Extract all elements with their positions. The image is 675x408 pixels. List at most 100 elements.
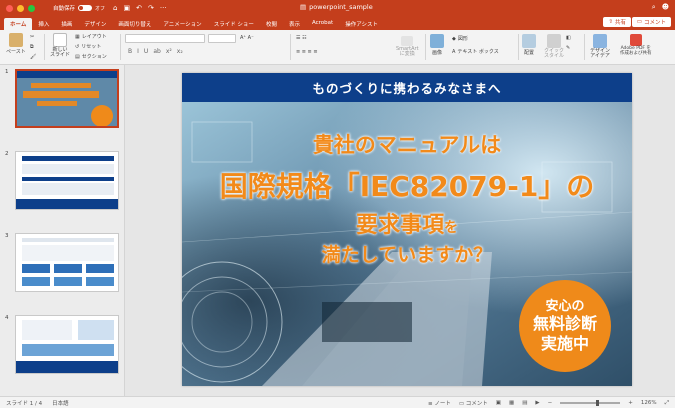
document-icon: ▤ [300,3,307,11]
tab-9[interactable]: Acrobat [306,18,339,30]
more-icon[interactable]: ··· [160,4,167,12]
paste-label: ペースト [6,49,26,55]
zoom-out-icon[interactable]: − [548,400,553,406]
autosave-toggle[interactable] [78,5,93,11]
comment-button[interactable]: ▭ コメント [631,17,671,27]
align-buttons[interactable]: ≡ ≡ ≡ ≡ [296,49,318,55]
font-grow-icon: A⁺ A⁻ [240,35,254,41]
format-button-1[interactable]: I [137,48,139,55]
new-slide-button[interactable]: 新しい スライド [50,33,70,58]
smartart-label: SmartArt に変換 [396,46,419,57]
format-painter-button[interactable]: 🖌 [30,54,36,60]
normal-view-icon[interactable]: ▣ [496,400,501,406]
shape-outline-button[interactable]: ✎ [566,45,570,51]
tab-10[interactable]: 操作アシスト [339,18,384,30]
tab-5[interactable]: アニメーション [157,18,207,30]
section-label: セクション [81,54,107,60]
adobe-pdf-icon [629,34,642,46]
slide-thumbnail-1[interactable] [15,69,119,128]
font-grow-buttons[interactable]: A⁺ A⁻ [240,35,254,41]
quick-style-button[interactable]: クイック スタイル [544,34,564,59]
divider [518,34,519,60]
textbox-button[interactable]: A テキスト ボックス [452,48,499,56]
status-bar: スライド 1 / 4 日本語 ≡ ノート ▭ コメント ▣ ▦ ▤ ▶ − + … [0,396,675,408]
format-button-3[interactable]: ab [153,48,161,55]
copy-button[interactable]: ⧉ [30,44,34,50]
tab-4[interactable]: 画面切り替え [112,18,157,30]
maximize-window-button[interactable] [28,4,35,12]
layout-icon: ▦ [75,33,80,40]
smartart-button[interactable]: SmartArt に変換 [396,36,419,57]
zoom-slider[interactable] [560,400,621,406]
slide-thumbnail-2[interactable] [15,151,119,210]
tab-7[interactable]: 校閲 [260,18,283,30]
tab-0[interactable]: ホーム [4,18,33,30]
bullets-button[interactable]: ☰ ☷ [296,35,307,41]
share-button[interactable]: ⇧ 共有 [603,17,631,27]
shape-button[interactable]: ◆ 図形 [452,35,468,43]
tab-3[interactable]: デザイン [78,18,112,30]
slide-canvas[interactable]: ものづくりに携わるみなさまへ 貴社のマニュアルは 国際規格「IEC82079-1… [182,73,632,386]
font-size-select[interactable] [208,34,236,43]
clipboard-icon [8,33,23,47]
search-icon[interactable]: ⌕ [652,3,656,12]
notes-button[interactable]: ≡ ノート [428,399,451,407]
minimize-window-button[interactable] [17,4,24,12]
thumbnail-number: 3 [5,233,9,239]
thumbnail-number: 2 [5,151,9,157]
image-label: 画像 [431,50,442,56]
tab-6[interactable]: スライド ショー [208,18,260,30]
divider [425,34,426,60]
slide-thumbnail-4[interactable] [15,315,119,374]
home-icon[interactable]: ⌂ [113,4,117,12]
paint-bucket-icon: ◧ [566,35,571,41]
tab-8[interactable]: 表示 [283,18,306,30]
ribbon: ペースト ✂ ⧉ 🖌 新しい スライド ▦ レイアウト ↺ リセット ▤ セクシ… [0,30,675,65]
account-icon[interactable]: ☻ [662,3,669,12]
brush-icon: 🖌 [30,54,37,60]
language-indicator[interactable]: 日本語 [52,399,69,407]
adobe-pdf-label: Adobe PDF を 作成および共有 [620,46,652,56]
slide-counter: スライド 1 / 4 [6,400,43,407]
slide-thumbnail-3[interactable] [15,233,119,292]
fit-slide-icon[interactable]: ⤢ [665,400,669,407]
reading-view-icon[interactable]: ▤ [522,400,527,406]
undo-icon[interactable]: ↶ [136,4,142,12]
format-button-5[interactable]: x₂ [177,48,183,55]
arrange-button[interactable]: 配置 [522,34,536,56]
comments-icon: ▭ [458,401,466,407]
adobe-pdf-button[interactable]: Adobe PDF を 作成および共有 [620,34,652,56]
badge-line-3: 実施中 [540,333,589,353]
notes-label: ノート [434,401,451,407]
tab-1[interactable]: 挿入 [32,18,55,30]
zoom-level[interactable]: 126% [641,400,657,406]
redo-icon[interactable]: ↷ [148,4,154,12]
comments-button[interactable]: ▭ コメント [459,399,488,407]
design-ideas-button[interactable]: デザイン アイデア [590,34,610,59]
slide-sorter-icon[interactable]: ▦ [509,400,514,406]
image-button[interactable]: 画像 [430,34,444,56]
layout-button[interactable]: ▦ レイアウト [75,33,107,41]
reset-icon: ↺ [75,43,80,50]
close-window-button[interactable] [6,4,13,12]
arrange-label: 配置 [523,50,534,56]
comments-label: コメント [465,401,488,407]
zoom-in-icon[interactable]: + [628,400,633,406]
font-name-select[interactable] [125,34,205,43]
save-icon[interactable]: ▣ [123,4,130,12]
cut-button[interactable]: ✂ [30,34,34,40]
arrange-icon [522,34,536,48]
format-button-0[interactable]: B [128,48,132,55]
format-button-2[interactable]: U [144,48,148,55]
format-button-4[interactable]: x² [166,48,172,55]
tab-2[interactable]: 描画 [55,18,78,30]
slide-headline-1: 貴社のマニュアルは [312,133,502,157]
image-icon [430,34,444,48]
reset-button[interactable]: ↺ リセット [75,43,101,51]
textbox-label: テキスト ボックス [457,49,499,55]
shape-fill-button[interactable]: ◧ [566,35,571,41]
autosave-label: 自動保存 [53,6,76,12]
paste-button[interactable]: ペースト [6,33,26,55]
section-button[interactable]: ▤ セクション [75,53,107,61]
slideshow-icon[interactable]: ▶ [535,400,539,406]
